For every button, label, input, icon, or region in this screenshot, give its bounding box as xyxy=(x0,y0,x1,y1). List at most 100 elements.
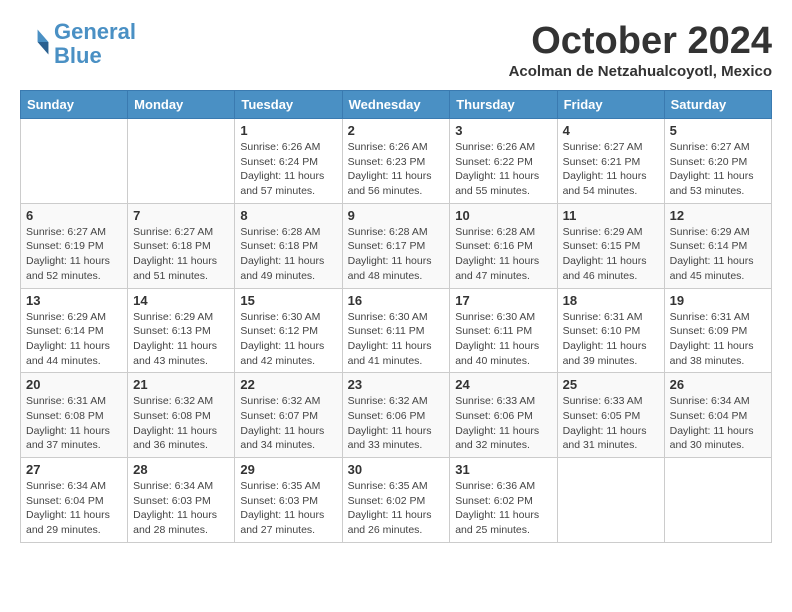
day-number: 14 xyxy=(133,293,229,308)
day-info: Sunrise: 6:27 AMSunset: 6:18 PMDaylight:… xyxy=(133,225,229,284)
day-number: 23 xyxy=(348,377,445,392)
calendar-cell: 29Sunrise: 6:35 AMSunset: 6:03 PMDayligh… xyxy=(235,458,342,543)
day-info: Sunrise: 6:32 AMSunset: 6:07 PMDaylight:… xyxy=(240,394,336,453)
day-info: Sunrise: 6:30 AMSunset: 6:11 PMDaylight:… xyxy=(348,310,445,369)
calendar-cell: 21Sunrise: 6:32 AMSunset: 6:08 PMDayligh… xyxy=(128,373,235,458)
calendar-cell: 5 Sunrise: 6:27 AMSunset: 6:20 PMDaylight… xyxy=(664,119,771,204)
day-number: 3 xyxy=(455,123,551,138)
calendar-cell: 7 Sunrise: 6:27 AMSunset: 6:18 PMDaylight… xyxy=(128,203,235,288)
day-number: 15 xyxy=(240,293,336,308)
calendar-week-row: 6 Sunrise: 6:27 AMSunset: 6:19 PMDaylight… xyxy=(21,203,772,288)
logo-line2: Blue xyxy=(54,44,136,68)
day-number: 10 xyxy=(455,208,551,223)
day-info: Sunrise: 6:29 AMSunset: 6:14 PMDaylight:… xyxy=(26,310,122,369)
calendar-cell: 26Sunrise: 6:34 AMSunset: 6:04 PMDayligh… xyxy=(664,373,771,458)
day-info: Sunrise: 6:35 AMSunset: 6:02 PMDaylight:… xyxy=(348,479,445,538)
day-number: 16 xyxy=(348,293,445,308)
location: Acolman de Netzahualcoyotl, Mexico xyxy=(509,63,772,80)
calendar-cell: 17 Sunrise: 6:30 AMSunset: 6:11 PMDayligh… xyxy=(450,288,557,373)
day-number: 2 xyxy=(348,123,445,138)
day-number: 20 xyxy=(26,377,122,392)
day-number: 29 xyxy=(240,462,336,477)
day-number: 30 xyxy=(348,462,445,477)
day-info: Sunrise: 6:31 AMSunset: 6:10 PMDaylight:… xyxy=(563,310,659,369)
calendar-week-row: 20 Sunrise: 6:31 AMSunset: 6:08 PMDayligh… xyxy=(21,373,772,458)
page-header: General Blue October 2024 Acolman de Net… xyxy=(20,20,772,80)
calendar-cell: 3 Sunrise: 6:26 AMSunset: 6:22 PMDaylight… xyxy=(450,119,557,204)
day-number: 5 xyxy=(670,123,766,138)
calendar-week-row: 27Sunrise: 6:34 AMSunset: 6:04 PMDayligh… xyxy=(21,458,772,543)
calendar-cell: 19 Sunrise: 6:31 AMSunset: 6:09 PMDayligh… xyxy=(664,288,771,373)
day-number: 1 xyxy=(240,123,336,138)
day-info: Sunrise: 6:29 AMSunset: 6:14 PMDaylight:… xyxy=(670,225,766,284)
weekday-header: Saturday xyxy=(664,91,771,119)
calendar-cell: 20 Sunrise: 6:31 AMSunset: 6:08 PMDayligh… xyxy=(21,373,128,458)
day-number: 13 xyxy=(26,293,122,308)
day-number: 28 xyxy=(133,462,229,477)
day-number: 22 xyxy=(240,377,336,392)
day-number: 24 xyxy=(455,377,551,392)
day-info: Sunrise: 6:29 AMSunset: 6:15 PMDaylight:… xyxy=(563,225,659,284)
calendar-cell xyxy=(128,119,235,204)
calendar-week-row: 13 Sunrise: 6:29 AMSunset: 6:14 PMDayligh… xyxy=(21,288,772,373)
day-number: 11 xyxy=(563,208,659,223)
calendar-cell: 6 Sunrise: 6:27 AMSunset: 6:19 PMDaylight… xyxy=(21,203,128,288)
logo: General Blue xyxy=(20,20,136,68)
day-number: 19 xyxy=(670,293,766,308)
calendar-cell: 12 Sunrise: 6:29 AMSunset: 6:14 PMDayligh… xyxy=(664,203,771,288)
day-info: Sunrise: 6:32 AMSunset: 6:08 PMDaylight:… xyxy=(133,394,229,453)
calendar-week-row: 1 Sunrise: 6:26 AMSunset: 6:24 PMDaylight… xyxy=(21,119,772,204)
day-number: 12 xyxy=(670,208,766,223)
calendar-cell: 23Sunrise: 6:32 AMSunset: 6:06 PMDayligh… xyxy=(342,373,450,458)
day-info: Sunrise: 6:27 AMSunset: 6:20 PMDaylight:… xyxy=(670,140,766,199)
day-info: Sunrise: 6:36 AMSunset: 6:02 PMDaylight:… xyxy=(455,479,551,538)
calendar-cell: 25Sunrise: 6:33 AMSunset: 6:05 PMDayligh… xyxy=(557,373,664,458)
logo-line1: General xyxy=(54,20,136,44)
calendar-cell: 24 Sunrise: 6:33 AMSunset: 6:06 PMDayligh… xyxy=(450,373,557,458)
day-info: Sunrise: 6:27 AMSunset: 6:21 PMDaylight:… xyxy=(563,140,659,199)
weekday-header: Friday xyxy=(557,91,664,119)
calendar-cell: 13 Sunrise: 6:29 AMSunset: 6:14 PMDayligh… xyxy=(21,288,128,373)
calendar-cell: 2Sunrise: 6:26 AMSunset: 6:23 PMDaylight… xyxy=(342,119,450,204)
day-number: 6 xyxy=(26,208,122,223)
day-number: 17 xyxy=(455,293,551,308)
calendar-cell: 4Sunrise: 6:27 AMSunset: 6:21 PMDaylight… xyxy=(557,119,664,204)
calendar-cell: 16 Sunrise: 6:30 AMSunset: 6:11 PMDayligh… xyxy=(342,288,450,373)
day-info: Sunrise: 6:26 AMSunset: 6:22 PMDaylight:… xyxy=(455,140,551,199)
calendar-cell: 15 Sunrise: 6:30 AMSunset: 6:12 PMDayligh… xyxy=(235,288,342,373)
calendar-cell: 22 Sunrise: 6:32 AMSunset: 6:07 PMDayligh… xyxy=(235,373,342,458)
day-info: Sunrise: 6:33 AMSunset: 6:06 PMDaylight:… xyxy=(455,394,551,453)
day-info: Sunrise: 6:26 AMSunset: 6:24 PMDaylight:… xyxy=(240,140,336,199)
day-info: Sunrise: 6:28 AMSunset: 6:16 PMDaylight:… xyxy=(455,225,551,284)
weekday-header: Monday xyxy=(128,91,235,119)
calendar-cell: 28Sunrise: 6:34 AMSunset: 6:03 PMDayligh… xyxy=(128,458,235,543)
day-info: Sunrise: 6:31 AMSunset: 6:09 PMDaylight:… xyxy=(670,310,766,369)
calendar-cell: 30 Sunrise: 6:35 AMSunset: 6:02 PMDayligh… xyxy=(342,458,450,543)
day-number: 18 xyxy=(563,293,659,308)
day-info: Sunrise: 6:30 AMSunset: 6:12 PMDaylight:… xyxy=(240,310,336,369)
day-number: 9 xyxy=(348,208,445,223)
calendar-table: SundayMondayTuesdayWednesdayThursdayFrid… xyxy=(20,90,772,543)
month-title: October 2024 xyxy=(509,20,772,63)
day-info: Sunrise: 6:30 AMSunset: 6:11 PMDaylight:… xyxy=(455,310,551,369)
weekday-header: Wednesday xyxy=(342,91,450,119)
day-info: Sunrise: 6:34 AMSunset: 6:04 PMDaylight:… xyxy=(26,479,122,538)
day-number: 7 xyxy=(133,208,229,223)
calendar-cell xyxy=(21,119,128,204)
title-section: October 2024 Acolman de Netzahualcoyotl,… xyxy=(509,20,772,80)
calendar-cell: 27Sunrise: 6:34 AMSunset: 6:04 PMDayligh… xyxy=(21,458,128,543)
day-number: 31 xyxy=(455,462,551,477)
day-info: Sunrise: 6:28 AMSunset: 6:17 PMDaylight:… xyxy=(348,225,445,284)
calendar-cell: 18 Sunrise: 6:31 AMSunset: 6:10 PMDayligh… xyxy=(557,288,664,373)
day-info: Sunrise: 6:27 AMSunset: 6:19 PMDaylight:… xyxy=(26,225,122,284)
calendar-cell xyxy=(664,458,771,543)
day-info: Sunrise: 6:33 AMSunset: 6:05 PMDaylight:… xyxy=(563,394,659,453)
calendar-cell xyxy=(557,458,664,543)
day-info: Sunrise: 6:34 AMSunset: 6:04 PMDaylight:… xyxy=(670,394,766,453)
day-info: Sunrise: 6:31 AMSunset: 6:08 PMDaylight:… xyxy=(26,394,122,453)
calendar-cell: 1 Sunrise: 6:26 AMSunset: 6:24 PMDaylight… xyxy=(235,119,342,204)
weekday-header: Thursday xyxy=(450,91,557,119)
calendar-cell: 9 Sunrise: 6:28 AMSunset: 6:17 PMDaylight… xyxy=(342,203,450,288)
day-info: Sunrise: 6:28 AMSunset: 6:18 PMDaylight:… xyxy=(240,225,336,284)
weekday-header-row: SundayMondayTuesdayWednesdayThursdayFrid… xyxy=(21,91,772,119)
